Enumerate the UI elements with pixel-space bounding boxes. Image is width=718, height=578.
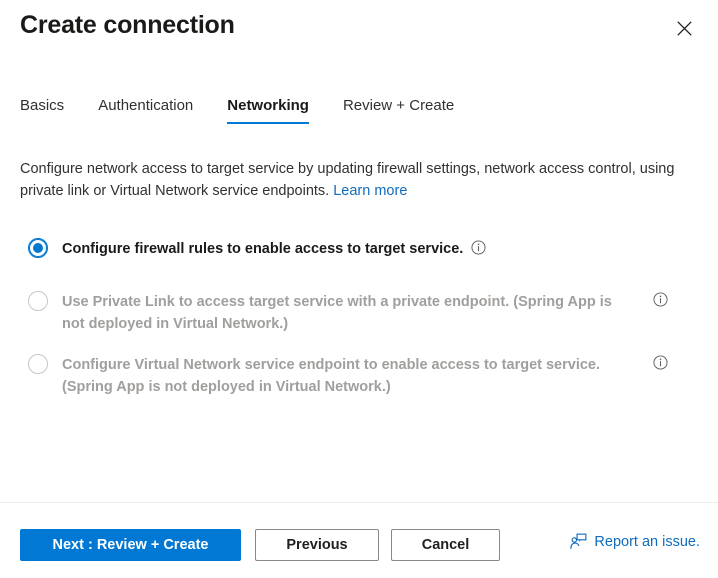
option-label-vnet-service-endpoint: Configure Virtual Network service endpoi… xyxy=(62,357,601,395)
info-icon-vnet-service-endpoint[interactable] xyxy=(653,355,668,375)
option-label-private-link: Use Private Link to access target servic… xyxy=(62,294,612,332)
next-review-create-button[interactable]: Next : Review + Create xyxy=(20,529,241,561)
tab-authentication[interactable]: Authentication xyxy=(98,96,193,124)
info-icon-private-link[interactable] xyxy=(653,292,668,312)
option-row-vnet-service-endpoint: Configure Virtual Network service endpoi… xyxy=(20,354,682,398)
cancel-button[interactable]: Cancel xyxy=(391,529,500,561)
close-button[interactable] xyxy=(668,12,700,44)
report-person-icon xyxy=(570,533,587,550)
report-an-issue-label: Report an issue. xyxy=(594,533,700,550)
footer-bar: Next : Review + Create Previous Cancel R… xyxy=(0,502,718,578)
option-label-firewall-rules[interactable]: Configure firewall rules to enable acces… xyxy=(62,238,486,262)
tab-review-create[interactable]: Review + Create xyxy=(343,96,454,124)
radio-private-link xyxy=(28,291,48,311)
radio-firewall-rules[interactable] xyxy=(28,238,48,258)
option-row-firewall-rules[interactable]: Configure firewall rules to enable acces… xyxy=(20,238,682,272)
previous-button[interactable]: Previous xyxy=(255,529,379,561)
close-icon xyxy=(676,20,692,36)
info-icon-firewall-rules[interactable] xyxy=(471,240,486,262)
radio-vnet-service-endpoint xyxy=(28,354,48,374)
panel-header: Create connection xyxy=(0,0,718,60)
description-text: Configure network access to target servi… xyxy=(20,158,680,202)
tab-bar: Basics Authentication Networking Review … xyxy=(20,96,698,130)
option-row-private-link: Use Private Link to access target servic… xyxy=(20,291,682,335)
networking-options-group: Configure firewall rules to enable acces… xyxy=(20,238,682,417)
page-title: Create connection xyxy=(20,11,235,39)
tab-networking[interactable]: Networking xyxy=(227,96,309,124)
tab-basics[interactable]: Basics xyxy=(20,96,64,124)
learn-more-link[interactable]: Learn more xyxy=(333,183,407,199)
report-an-issue-link[interactable]: Report an issue. xyxy=(570,533,700,550)
